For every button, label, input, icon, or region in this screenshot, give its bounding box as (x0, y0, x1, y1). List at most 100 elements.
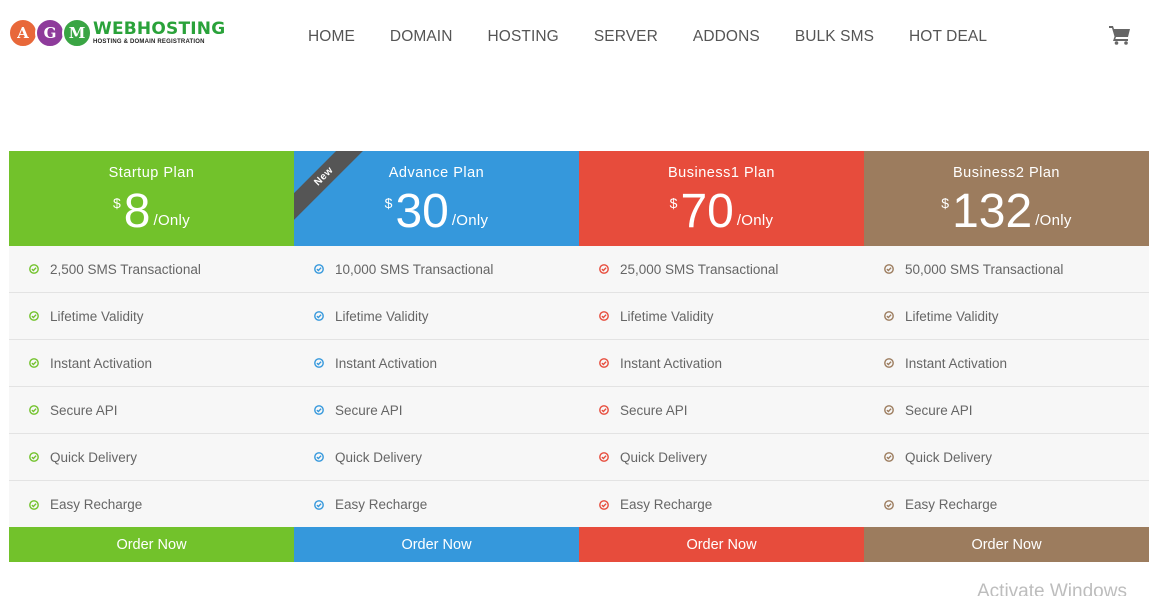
feature-item: Lifetime Validity (579, 293, 864, 340)
order-now-button[interactable]: Order Now (9, 527, 294, 562)
plan-card: Business1 Plan $70/Only 25,000 SMS Transac… (579, 151, 864, 562)
nav-addons[interactable]: ADDONS (693, 28, 760, 46)
check-circle-icon (314, 405, 324, 415)
check-circle-icon (599, 405, 609, 415)
plan-name: Business1 Plan (668, 165, 775, 181)
feature-item: Lifetime Validity (9, 293, 294, 340)
feature-label: Lifetime Validity (905, 308, 999, 324)
logo-letter-a: A (8, 18, 38, 48)
plan-price: $132/Only (864, 187, 1149, 237)
feature-item: 50,000 SMS Transactional (864, 246, 1149, 293)
feature-item: Lifetime Validity (864, 293, 1149, 340)
price-period: /Only (451, 212, 489, 229)
order-now-button[interactable]: Order Now (294, 527, 579, 562)
check-circle-icon (884, 358, 894, 368)
feature-label: Secure API (50, 402, 118, 418)
logo-letter-m: M (62, 18, 92, 48)
price-amount: 70 (680, 185, 734, 238)
price-period: /Only (736, 212, 774, 229)
cart-icon[interactable] (1109, 25, 1131, 45)
feature-label: Instant Activation (905, 355, 1008, 371)
check-circle-icon (29, 358, 39, 368)
order-now-button[interactable]: Order Now (864, 527, 1149, 562)
feature-label: Easy Recharge (335, 497, 428, 512)
feature-item: Quick Delivery (9, 434, 294, 481)
feature-item: 10,000 SMS Transactional (294, 246, 579, 293)
feature-list: 10,000 SMS Transactional Lifetime Validit… (294, 246, 579, 527)
price-currency: $ (384, 195, 393, 211)
feature-item: 2,500 SMS Transactional (9, 246, 294, 293)
check-circle-icon (599, 311, 609, 321)
plan-header: Business2 Plan $132/Only (864, 151, 1149, 246)
plan-card: Startup Plan $8/Only 2,500 SMS Transaction… (9, 151, 294, 562)
feature-item: Secure API (579, 387, 864, 434)
price-currency: $ (669, 195, 678, 211)
nav-bulk-sms[interactable]: BULK SMS (795, 28, 874, 46)
feature-label: 50,000 SMS Transactional (905, 261, 1064, 277)
feature-item: Secure API (294, 387, 579, 434)
logo-title: WEBHOSTING (93, 18, 226, 39)
feature-item: Secure API (9, 387, 294, 434)
check-circle-icon (314, 264, 324, 274)
feature-label: Instant Activation (50, 355, 153, 371)
check-circle-icon (884, 452, 894, 462)
plan-header: Business1 Plan $70/Only (579, 151, 864, 246)
price-amount: 8 (123, 185, 151, 238)
feature-list: 50,000 SMS Transactional Lifetime Validit… (864, 246, 1149, 527)
activation-watermark: Activate Windows (977, 581, 1127, 596)
feature-item: Easy Recharge (9, 481, 294, 528)
feature-item: Instant Activation (294, 340, 579, 387)
price-amount: 30 (395, 185, 449, 238)
plan-card: New Advance Plan $30/Only 10,000 SMS Transa… (294, 151, 579, 562)
plan-price: $8/Only (9, 187, 294, 237)
feature-list: 2,500 SMS Transactional Lifetime Validity… (9, 246, 294, 527)
check-circle-icon (599, 358, 609, 368)
plan-header: New Advance Plan $30/Only (294, 151, 579, 246)
feature-item: Instant Activation (864, 340, 1149, 387)
price-currency: $ (941, 195, 950, 211)
feature-label: Instant Activation (620, 355, 723, 371)
feature-item: Easy Recharge (294, 481, 579, 528)
check-circle-icon (314, 452, 324, 462)
plan-price: $30/Only (294, 187, 579, 237)
plan-price: $70/Only (579, 187, 864, 237)
nav-server[interactable]: SERVER (594, 28, 658, 46)
feature-label: Quick Delivery (905, 449, 993, 465)
feature-label: Lifetime Validity (50, 308, 144, 324)
check-circle-icon (599, 452, 609, 462)
feature-label: Easy Recharge (620, 497, 713, 512)
main-nav: HOME DOMAIN HOSTING SERVER ADDONS BULK S… (308, 28, 1022, 46)
site-logo[interactable]: A G M WEBHOSTING HOSTING & DOMAIN REGIST… (8, 16, 225, 50)
price-period: /Only (1035, 212, 1072, 229)
check-circle-icon (314, 311, 324, 321)
nav-domain[interactable]: DOMAIN (390, 28, 453, 46)
logo-subtitle: HOSTING & DOMAIN REGISTRATION (93, 38, 205, 45)
plan-card: Business2 Plan $132/Only 50,000 SMS Transa… (864, 151, 1149, 562)
feature-label: Lifetime Validity (620, 308, 714, 324)
order-now-button[interactable]: Order Now (579, 527, 864, 562)
feature-label: 2,500 SMS Transactional (50, 261, 201, 277)
plan-header: Startup Plan $8/Only (9, 151, 294, 246)
feature-item: Quick Delivery (864, 434, 1149, 481)
logo-letter-g: G (35, 18, 65, 48)
nav-hot-deal[interactable]: HOT DEAL (909, 28, 987, 46)
feature-item: Instant Activation (579, 340, 864, 387)
check-circle-icon (599, 264, 609, 274)
feature-list: 25,000 SMS Transactional Lifetime Validit… (579, 246, 864, 527)
feature-label: Quick Delivery (50, 449, 138, 465)
nav-hosting[interactable]: HOSTING (488, 28, 559, 46)
nav-home[interactable]: HOME (308, 28, 355, 46)
feature-item: Easy Recharge (579, 481, 864, 528)
feature-label: Secure API (620, 402, 688, 418)
pricing-table: Startup Plan $8/Only 2,500 SMS Transaction… (9, 151, 1149, 562)
check-circle-icon (314, 358, 324, 368)
feature-item: Easy Recharge (864, 481, 1149, 528)
feature-label: Quick Delivery (335, 449, 423, 465)
price-currency: $ (112, 195, 121, 211)
site-header: A G M WEBHOSTING HOSTING & DOMAIN REGIST… (0, 0, 1164, 75)
feature-item: Quick Delivery (579, 434, 864, 481)
feature-item: Lifetime Validity (294, 293, 579, 340)
check-circle-icon (884, 405, 894, 415)
check-circle-icon (29, 452, 39, 462)
price-amount: 132 (952, 185, 1033, 238)
